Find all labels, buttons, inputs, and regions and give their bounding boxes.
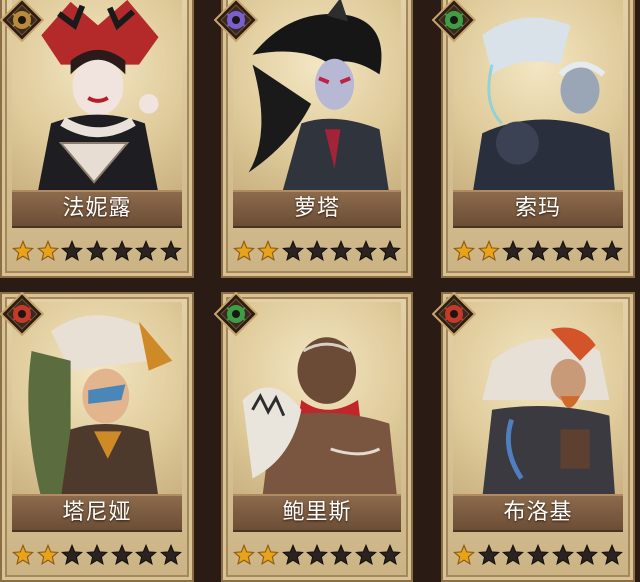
star-empty-icon <box>135 544 158 565</box>
star-empty-icon <box>354 544 377 565</box>
hero-portrait <box>453 0 623 194</box>
star-filled-icon <box>12 240 34 261</box>
star-empty-icon <box>135 240 158 261</box>
star-empty-icon <box>477 544 500 565</box>
hero-portrait <box>453 302 623 498</box>
red-demon-faction-icon <box>0 292 44 336</box>
green-eye-faction-icon <box>214 292 258 336</box>
star-empty-icon <box>85 544 108 565</box>
purple-spider-faction-icon <box>214 0 258 42</box>
star-empty-icon <box>576 544 599 565</box>
red-demon-faction-icon <box>432 292 476 336</box>
star-empty-icon <box>85 240 108 261</box>
star-empty-icon <box>502 544 525 565</box>
star-filled-icon <box>36 544 59 565</box>
star-empty-icon <box>378 544 401 565</box>
star-empty-icon <box>159 240 182 261</box>
star-filled-icon <box>257 544 280 565</box>
star-rating <box>8 236 186 266</box>
star-filled-icon <box>233 544 255 565</box>
star-filled-icon <box>453 240 475 261</box>
star-empty-icon <box>110 544 133 565</box>
golden-beast-faction-icon <box>0 0 44 42</box>
star-empty-icon <box>502 240 525 261</box>
star-filled-icon <box>257 240 280 261</box>
star-empty-icon <box>354 240 377 261</box>
hero-name: 索玛 <box>453 190 623 228</box>
star-filled-icon <box>477 240 500 261</box>
star-filled-icon <box>453 544 475 565</box>
green-eye-faction-icon <box>432 0 476 42</box>
hero-name: 法妮露 <box>12 190 182 228</box>
hero-card-grid: 法妮露 萝塔 索玛 塔尼娅 鲍里斯 布洛基 <box>0 0 640 582</box>
star-rating <box>8 540 186 570</box>
star-empty-icon <box>526 544 549 565</box>
star-empty-icon <box>576 240 599 261</box>
star-empty-icon <box>330 240 353 261</box>
star-empty-icon <box>378 240 401 261</box>
star-empty-icon <box>281 240 304 261</box>
star-filled-icon <box>233 240 255 261</box>
hero-portrait <box>233 0 401 194</box>
hero-name: 塔尼娅 <box>12 494 182 532</box>
star-empty-icon <box>551 544 574 565</box>
star-rating <box>229 540 405 570</box>
star-rating <box>449 540 627 570</box>
hero-name: 布洛基 <box>453 494 623 532</box>
hero-portrait <box>233 302 401 498</box>
star-empty-icon <box>61 240 84 261</box>
star-filled-icon <box>36 240 59 261</box>
star-empty-icon <box>305 544 328 565</box>
star-empty-icon <box>281 544 304 565</box>
star-empty-icon <box>526 240 549 261</box>
star-rating <box>449 236 627 266</box>
hero-name: 鲍里斯 <box>233 494 401 532</box>
star-empty-icon <box>305 240 328 261</box>
hero-name: 萝塔 <box>233 190 401 228</box>
star-filled-icon <box>12 544 34 565</box>
star-empty-icon <box>600 544 623 565</box>
star-empty-icon <box>110 240 133 261</box>
star-empty-icon <box>159 544 182 565</box>
star-empty-icon <box>61 544 84 565</box>
star-empty-icon <box>551 240 574 261</box>
star-empty-icon <box>600 240 623 261</box>
star-empty-icon <box>330 544 353 565</box>
star-rating <box>229 236 405 266</box>
